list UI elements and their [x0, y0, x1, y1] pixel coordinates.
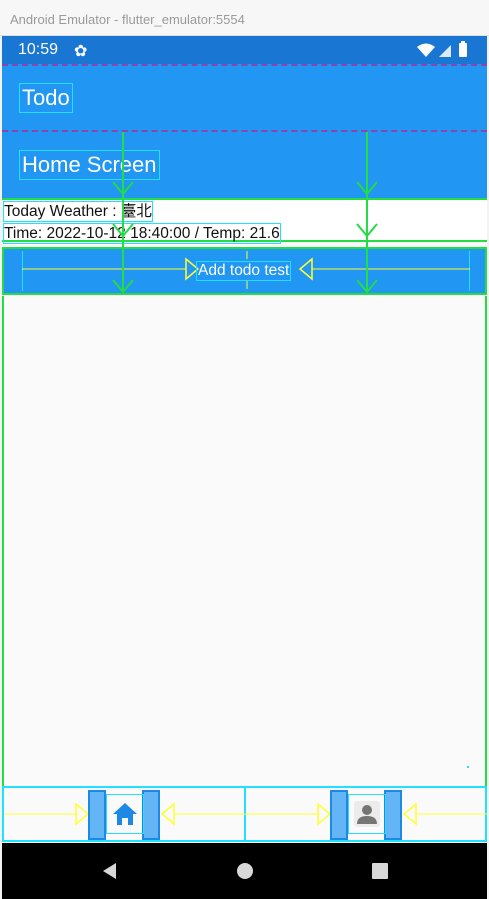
home-header: Home Screen [2, 132, 487, 198]
weather-time-temp: Time: 2022-10-12 18:40:00 / Temp: 21.6 [3, 223, 281, 244]
phone-screen: 10:59 ✿ Todo Home Screen Today Weather :… [2, 36, 487, 899]
bottom-navigation [2, 786, 487, 842]
system-navigation-bar [2, 843, 487, 899]
app-bar: Todo [2, 64, 487, 132]
window-title: Android Emulator - flutter_emulator:5554 [10, 12, 245, 27]
todo-list-area[interactable] [2, 296, 487, 788]
emulator-window: Android Emulator - flutter_emulator:5554… [0, 0, 489, 899]
window-titlebar: Android Emulator - flutter_emulator:5554 [0, 0, 489, 36]
nav-item-profile[interactable] [246, 788, 487, 840]
icon-padding [142, 790, 160, 840]
add-todo-button[interactable]: Add todo test [196, 261, 292, 281]
icon-padding [88, 790, 106, 840]
signal-icon [439, 45, 451, 57]
icon-padding [384, 790, 402, 840]
icon-padding [330, 790, 348, 840]
page-title: Home Screen [19, 150, 160, 180]
app-bar-title: Todo [19, 83, 73, 113]
status-time: 10:59 [18, 41, 59, 58]
debug-dash-line [2, 64, 487, 67]
person-icon[interactable] [348, 794, 386, 834]
recents-icon[interactable] [370, 861, 390, 881]
weather-panel: Today Weather : 臺北 Time: 2022-10-12 18:4… [2, 198, 487, 244]
debug-dot [467, 766, 469, 768]
gear-icon: ✿ [74, 41, 88, 60]
status-bar: 10:59 ✿ [2, 36, 487, 64]
add-todo-bar[interactable]: Add todo test [2, 247, 487, 295]
nav-item-home[interactable] [4, 788, 246, 840]
home-icon[interactable] [106, 794, 144, 834]
back-icon[interactable] [100, 861, 120, 881]
home-circle-icon[interactable] [235, 861, 255, 881]
wifi-icon [417, 43, 435, 57]
battery-icon [459, 43, 467, 57]
weather-location: Today Weather : 臺北 [3, 201, 153, 222]
status-icons [417, 41, 467, 57]
